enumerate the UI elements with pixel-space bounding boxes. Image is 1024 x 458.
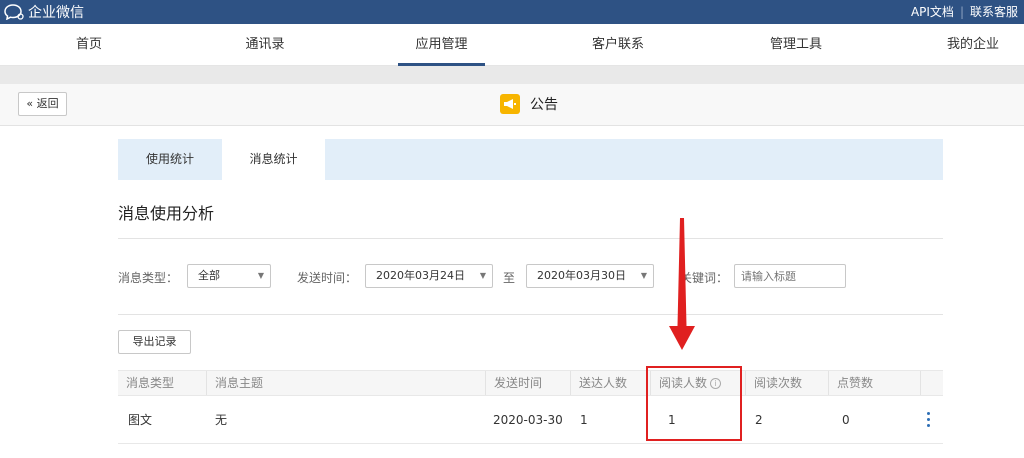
- message-type-label: 消息类型：: [118, 271, 179, 285]
- caret-down-icon: ▼: [640, 271, 647, 280]
- tab-message-stats[interactable]: 消息统计: [222, 139, 325, 180]
- nav-contacts[interactable]: 通讯录: [220, 24, 310, 66]
- caret-down-icon: ▼: [479, 271, 486, 280]
- cell-send-time: 2020-03-30: [493, 413, 563, 427]
- nav-home[interactable]: 首页: [44, 24, 134, 66]
- section-title: 消息使用分析: [118, 204, 215, 223]
- tab-usage-stats[interactable]: 使用统计: [118, 139, 222, 180]
- keyword-input[interactable]: [734, 264, 846, 288]
- nav-my-enterprise[interactable]: 我的企业: [928, 24, 1018, 66]
- nav-customer-contact[interactable]: 客户联系: [573, 24, 663, 66]
- tab-bar: 使用统计 消息统计: [118, 139, 943, 180]
- brand[interactable]: 企业微信: [4, 2, 84, 22]
- end-date-value: 2020年03月30日: [537, 269, 626, 282]
- caret-down-icon: ▼: [257, 271, 264, 280]
- contact-support-link[interactable]: 联系客服: [970, 3, 1018, 20]
- app-name: 公告: [530, 97, 558, 113]
- cell-message-subject[interactable]: 无: [215, 396, 227, 444]
- send-time-label: 发送时间：: [297, 271, 358, 285]
- megaphone-icon: [500, 94, 520, 114]
- cell-message-type: 图文: [128, 413, 153, 427]
- export-records-button[interactable]: 导出记录: [118, 330, 191, 354]
- cell-read-times: 2: [755, 413, 763, 427]
- message-type-value: 全部: [198, 269, 220, 282]
- back-button[interactable]: « 返回: [18, 92, 67, 116]
- nav-app-management[interactable]: 应用管理: [398, 24, 485, 66]
- chat-bubble-icon: [4, 4, 24, 20]
- cell-delivered-count: 1: [580, 413, 588, 427]
- col-delivered-count: 送达人数: [570, 371, 650, 395]
- more-vertical-icon[interactable]: [926, 412, 932, 430]
- message-type-select[interactable]: 全部 ▼: [187, 264, 271, 288]
- table-header: 消息类型 消息主题 发送时间 送达人数 阅读人数 i 阅读次数 点赞数: [118, 370, 943, 396]
- col-message-type: 消息类型: [126, 376, 175, 390]
- col-likes: 点赞数: [828, 371, 920, 395]
- table-row[interactable]: 图文 无 2020-03-30 1 1 2 0: [118, 396, 943, 444]
- start-date-select[interactable]: 2020年03月24日 ▼: [365, 264, 493, 288]
- divider: [118, 238, 943, 239]
- col-message-subject: 消息主题: [206, 371, 485, 395]
- start-date-value: 2020年03月24日: [376, 269, 465, 282]
- to-label: 至: [503, 271, 516, 285]
- brand-name: 企业微信: [28, 5, 84, 21]
- nav-management-tools[interactable]: 管理工具: [751, 24, 841, 66]
- top-bar: 企业微信 API文档 | 联系客服: [0, 0, 1024, 24]
- separator: |: [959, 4, 964, 19]
- app-title: 公告: [500, 94, 558, 114]
- highlight-box: [646, 366, 742, 441]
- col-send-time: 发送时间: [485, 371, 570, 395]
- cell-likes: 0: [842, 413, 850, 427]
- down-arrow-annotation: [669, 218, 695, 350]
- divider: [118, 314, 943, 315]
- spacer: [0, 66, 1024, 84]
- end-date-select[interactable]: 2020年03月30日 ▼: [526, 264, 654, 288]
- main-nav: 首页 通讯录 应用管理 客户联系 管理工具 我的企业: [0, 24, 1024, 66]
- col-actions: [920, 371, 943, 395]
- app-header: « 返回 公告: [0, 84, 1024, 126]
- col-read-times: 阅读次数: [745, 371, 828, 395]
- api-docs-link[interactable]: API文档: [911, 3, 954, 20]
